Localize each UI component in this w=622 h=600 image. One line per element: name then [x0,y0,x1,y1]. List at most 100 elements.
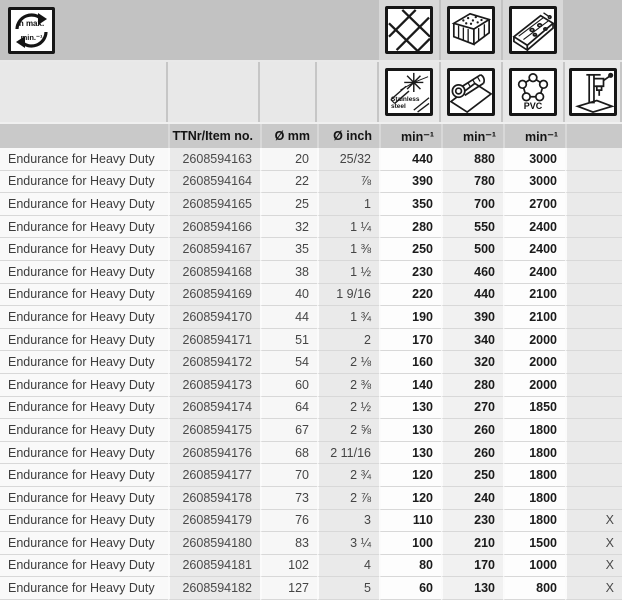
cell-item-number: 2608594174 [168,397,260,420]
cell-drill-stand [565,419,622,442]
header-drill-stand [565,124,622,148]
legend-strip-x [565,62,620,122]
cell-rpm-1: 130 [379,442,441,465]
cell-item-number: 2608594163 [168,148,260,171]
header-diameter-mm: Ø mm [260,124,317,148]
cell-product-name: Endurance for Heavy Duty [0,351,168,374]
cell-rpm-2: 780 [441,171,503,194]
cell-rpm-3: 1500 [503,532,565,555]
cell-diameter-mm: 127 [260,577,317,600]
table-row: Endurance for Heavy Duty 2608594178 73 2… [0,487,622,510]
cell-rpm-3: 2000 [503,374,565,397]
cell-rpm-2: 250 [441,464,503,487]
cell-drill-stand [565,261,622,284]
cell-product-name: Endurance for Heavy Duty [0,397,168,420]
cell-product-name: Endurance for Heavy Duty [0,532,168,555]
cell-rpm-3: 1800 [503,419,565,442]
max-speed-label: n max. [11,19,52,28]
cell-rpm-1: 140 [379,374,441,397]
cell-item-number: 2608594165 [168,193,260,216]
cell-rpm-1: 120 [379,464,441,487]
cell-rpm-1: 190 [379,306,441,329]
cell-rpm-2: 440 [441,284,503,307]
cell-rpm-1: 60 [379,577,441,600]
cell-rpm-1: 160 [379,351,441,374]
legend-strip-min1-top [379,0,439,60]
cell-diameter-mm: 32 [260,216,317,239]
cell-product-name: Endurance for Heavy Duty [0,329,168,352]
cell-item-number: 2608594177 [168,464,260,487]
cell-diameter-mm: 73 [260,487,317,510]
cell-rpm-1: 250 [379,238,441,261]
table-body: Endurance for Heavy Duty 2608594163 20 2… [0,148,622,600]
cell-product-name: Endurance for Heavy Duty [0,306,168,329]
cell-rpm-1: 100 [379,532,441,555]
legend-band-top: n max. min.⁻¹ [0,0,622,60]
perforated-brick-icon [447,6,495,54]
cell-item-number: 2608594181 [168,555,260,578]
cell-rpm-1: 440 [379,148,441,171]
table-row: Endurance for Heavy Duty 2608594173 60 2… [0,374,622,397]
cell-diameter-inch: 1 ½ [317,261,379,284]
table-row: Endurance for Heavy Duty 2608594164 22 ⅞… [0,171,622,194]
cell-diameter-inch: 2 ⅞ [317,487,379,510]
table-row: Endurance for Heavy Duty 2608594168 38 1… [0,261,622,284]
cell-diameter-inch: 5 [317,577,379,600]
cell-diameter-inch: 2 ½ [317,397,379,420]
table-row: Endurance for Heavy Duty 2608594177 70 2… [0,464,622,487]
cell-rpm-2: 170 [441,555,503,578]
cell-rpm-3: 2100 [503,306,565,329]
tiles-icon [385,6,433,54]
cell-rpm-3: 2400 [503,261,565,284]
metal-pipe-icon [447,68,495,116]
cell-item-number: 2608594182 [168,577,260,600]
cell-rpm-2: 270 [441,397,503,420]
cell-drill-stand [565,193,622,216]
cell-product-name: Endurance for Heavy Duty [0,510,168,533]
cell-diameter-mm: 102 [260,555,317,578]
cell-diameter-inch: 4 [317,555,379,578]
header-product-name [0,124,168,148]
cell-rpm-2: 240 [441,487,503,510]
cell-diameter-mm: 70 [260,464,317,487]
cell-product-name: Endurance for Heavy Duty [0,216,168,239]
legend-strip-min2-bottom [441,62,501,122]
cell-rpm-2: 700 [441,193,503,216]
cell-item-number: 2608594179 [168,510,260,533]
cell-diameter-mm: 22 [260,171,317,194]
cell-product-name: Endurance for Heavy Duty [0,171,168,194]
cell-rpm-1: 390 [379,171,441,194]
cell-drill-stand [565,216,622,239]
cell-item-number: 2608594164 [168,171,260,194]
cell-item-number: 2608594178 [168,487,260,510]
legend-strip-min2-top [441,0,501,60]
cell-rpm-3: 3000 [503,148,565,171]
table-row: Endurance for Heavy Duty 2608594169 40 1… [0,284,622,307]
legend-band-bottom: Stainless steel [0,60,622,122]
cell-diameter-mm: 76 [260,510,317,533]
cell-drill-stand [565,148,622,171]
cell-rpm-2: 320 [441,351,503,374]
catalog-spec-table-page: n max. min.⁻¹ [0,0,622,600]
cell-diameter-mm: 44 [260,306,317,329]
legend-strip-min1-bottom: Stainless steel [379,62,439,122]
cell-product-name: Endurance for Heavy Duty [0,193,168,216]
cell-product-name: Endurance for Heavy Duty [0,442,168,465]
cell-rpm-3: 2000 [503,329,565,352]
cell-product-name: Endurance for Heavy Duty [0,374,168,397]
cell-drill-stand [565,351,622,374]
cell-rpm-3: 1800 [503,442,565,465]
cell-rpm-3: 2700 [503,193,565,216]
table-row: Endurance for Heavy Duty 2608594172 54 2… [0,351,622,374]
cell-item-number: 2608594166 [168,216,260,239]
cell-diameter-mm: 25 [260,193,317,216]
cell-product-name: Endurance for Heavy Duty [0,148,168,171]
cell-diameter-mm: 20 [260,148,317,171]
cell-rpm-1: 230 [379,261,441,284]
cell-rpm-2: 460 [441,261,503,284]
header-rpm-2: min⁻¹ [441,124,503,148]
table-row: Endurance for Heavy Duty 2608594179 76 3… [0,510,622,533]
cell-drill-stand [565,329,622,352]
cell-product-name: Endurance for Heavy Duty [0,464,168,487]
legend-strip-min3-bottom: PVC [503,62,563,122]
